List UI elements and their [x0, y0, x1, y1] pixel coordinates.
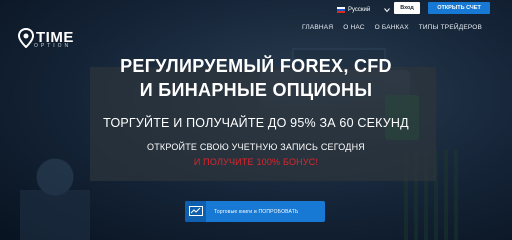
- demo-button-label: Торговые книги и ПОПРОБОВАТЬ: [214, 208, 299, 215]
- demo-icon-box: [185, 201, 206, 222]
- hero-title-line2: И БИНАРНЫЕ ОПЦИОНЫ: [139, 80, 373, 100]
- flag-ru-icon: [337, 6, 345, 13]
- nav-item-trader-types[interactable]: ТИПЫ ТРЕЙДЕРОВ: [419, 24, 482, 31]
- nav-item-about[interactable]: О НАС: [343, 24, 364, 31]
- hero-cta-text: ОТКРОЙТЕ СВОЮ УЧЕТНУЮ ЗАПИСЬ СЕГОДНЯ: [147, 142, 365, 152]
- language-label: Русский: [348, 6, 371, 13]
- nav-item-banks[interactable]: О БАНКАХ: [375, 24, 409, 31]
- logo-subtext: OPTION: [34, 43, 72, 49]
- login-button[interactable]: Вход: [394, 2, 420, 14]
- location-pin-icon: [18, 28, 34, 48]
- language-selector[interactable]: Русский: [337, 4, 391, 15]
- hero-title-line1: РЕГУЛИРУЕМЫЙ FOREX, CFD: [120, 56, 392, 76]
- main-nav: ГЛАВНАЯ О НАС О БАНКАХ ТИПЫ ТРЕЙДЕРОВ: [302, 24, 482, 31]
- hero-bonus-text: И ПОЛУЧИТЕ 100% БОНУС!: [193, 157, 319, 167]
- chevron-down-icon: [384, 7, 391, 12]
- nav-item-home[interactable]: ГЛАВНАЯ: [302, 24, 333, 31]
- open-account-button[interactable]: ОТКРЫТЬ СЧЕТ: [428, 2, 490, 14]
- chart-monitor-icon: [188, 206, 203, 216]
- demo-button[interactable]: Торговые книги и ПОПРОБОВАТЬ: [185, 201, 325, 222]
- hero-subtitle: ТОРГУЙТЕ И ПОЛУЧАЙТЕ ДО 95% ЗА 60 СЕКУНД: [103, 116, 409, 130]
